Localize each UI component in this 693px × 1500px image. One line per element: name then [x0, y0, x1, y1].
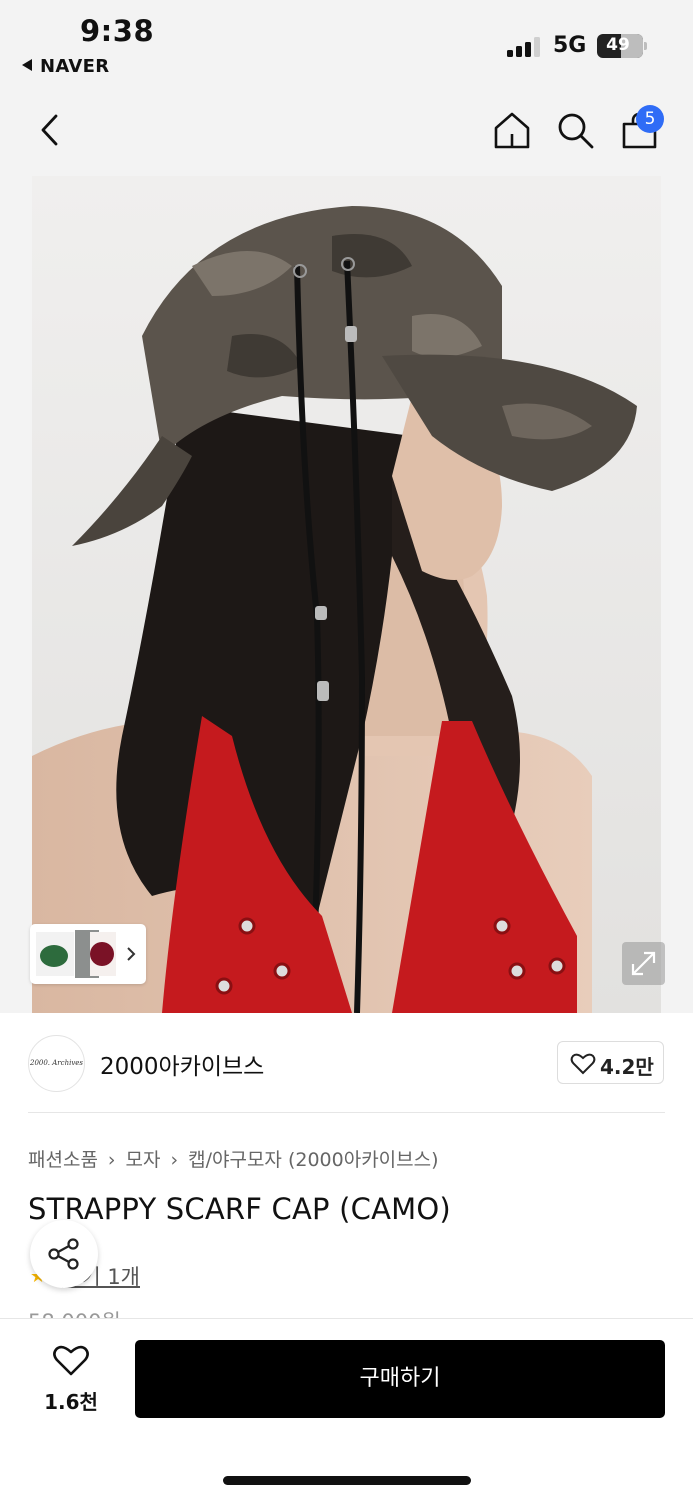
chevron-right-icon: ›	[170, 1149, 179, 1171]
battery-icon: 49	[597, 34, 643, 58]
back-triangle-icon	[22, 59, 32, 71]
product-photo-illustration	[32, 176, 661, 1013]
home-icon[interactable]	[492, 110, 532, 150]
product-title: STRAPPY SCARF CAP (CAMO)	[28, 1192, 451, 1226]
cart-count-badge: 5	[636, 105, 664, 133]
buy-button[interactable]: 구매하기	[135, 1340, 665, 1418]
home-indicator[interactable]	[223, 1476, 471, 1485]
breadcrumb-item-subcategory[interactable]: 모자	[126, 1149, 161, 1171]
chevron-left-icon[interactable]	[36, 112, 66, 148]
breadcrumb-item-leaf[interactable]: 캡/야구모자 (2000아카이브스)	[188, 1149, 438, 1171]
battery-level: 49	[606, 35, 630, 55]
back-to-app-link[interactable]: NAVER	[22, 56, 109, 77]
breadcrumb-item-category[interactable]: 패션소품	[28, 1149, 98, 1171]
divider	[28, 1112, 665, 1113]
search-icon[interactable]	[556, 111, 596, 151]
breadcrumb: 패션소품 › 모자 › 캡/야구모자 (2000아카이브스)	[28, 1145, 439, 1172]
signal-icon	[507, 37, 541, 57]
network-type: 5G	[553, 33, 587, 58]
heart-icon	[570, 1053, 596, 1075]
share-button[interactable]	[30, 1220, 98, 1288]
seller-name[interactable]: 2000아카이브스	[100, 1047, 264, 1081]
product-photo[interactable]	[32, 176, 661, 1013]
expand-button[interactable]	[622, 942, 665, 985]
store-like-count: 4.2만	[600, 1055, 654, 1079]
expand-arrows-icon	[631, 951, 656, 976]
thumbnail-strip[interactable]	[30, 924, 146, 984]
back-app-label: NAVER	[40, 56, 110, 77]
wishlist-count: 1.6천	[44, 1390, 98, 1414]
chevron-right-icon: ›	[107, 1149, 116, 1171]
status-time: 9:38	[80, 14, 155, 48]
thumbnail-images	[36, 930, 136, 978]
store-like-button[interactable]: 4.2만	[557, 1041, 664, 1084]
heart-icon	[53, 1345, 89, 1376]
battery-tip	[644, 42, 647, 50]
wishlist-button[interactable]: 1.6천	[30, 1342, 112, 1418]
share-icon	[48, 1238, 79, 1270]
seller-logo[interactable]: 2000. Archives	[28, 1035, 85, 1092]
